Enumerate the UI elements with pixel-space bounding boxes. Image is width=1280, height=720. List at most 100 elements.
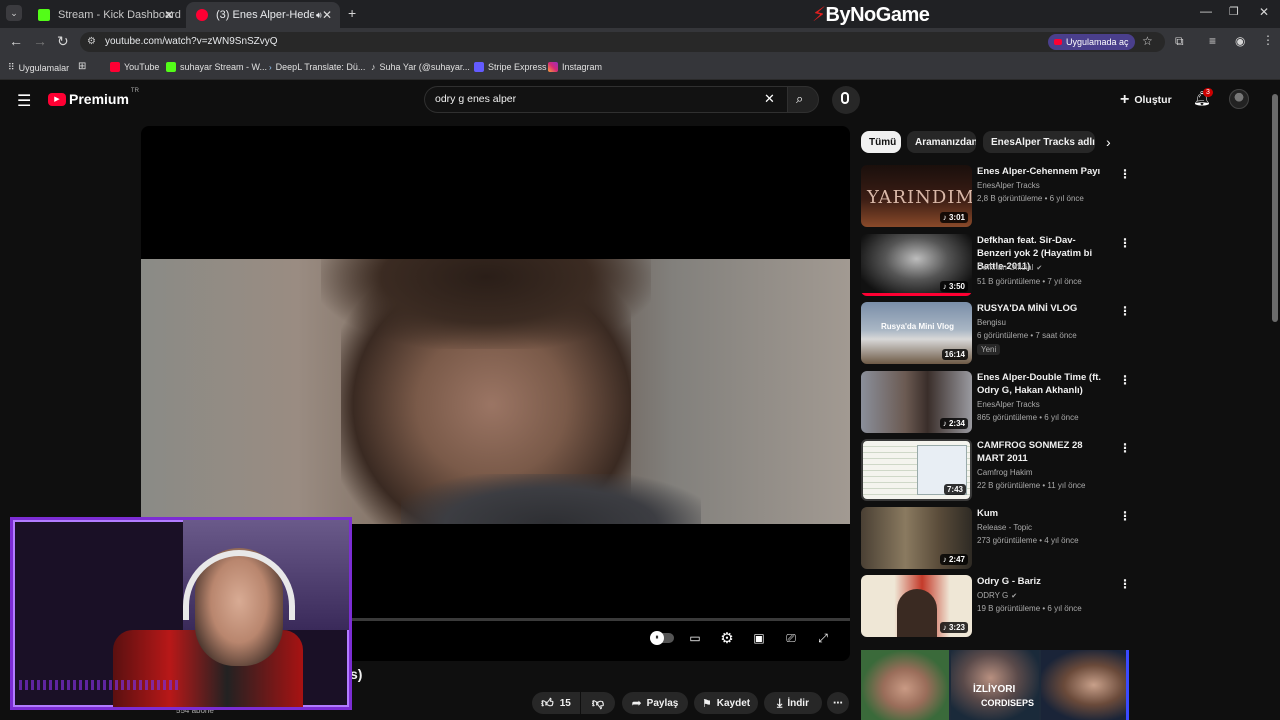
profile-icon[interactable]: ◉ — [1235, 34, 1245, 48]
channel-line: Defkhan Official ✔ — [977, 263, 1042, 272]
forward-icon[interactable]: → — [33, 33, 47, 49]
download-button[interactable]: ⤓ İndir — [764, 692, 822, 714]
more-vertical-icon[interactable]: ⋮ — [1119, 373, 1131, 387]
tab-kick-dashboard[interactable]: Stream - Kick Dashboard ✕ — [28, 2, 182, 28]
thumbs-up-icon: 👍︎ — [541, 695, 554, 710]
tab-groups-icon[interactable]: ⊞ — [78, 61, 86, 72]
search-input[interactable]: odry g enes alper ✕ — [424, 86, 787, 113]
chip-all[interactable]: Tümü — [861, 131, 901, 153]
channel-name[interactable]: Camfrog Hakim — [977, 468, 1033, 477]
more-actions-button[interactable]: ⋯ — [827, 692, 849, 714]
channel-name[interactable]: ODRY G — [977, 591, 1008, 600]
channel-name[interactable]: Bengisu — [977, 318, 1006, 327]
channel-name[interactable]: EnesAlper Tracks — [977, 400, 1040, 409]
bookmark-tiktok[interactable]: ♪ Suha Yar (@suhayar... — [371, 62, 470, 72]
chrome-menu-icon[interactable]: ⋮ — [1262, 33, 1274, 47]
related-video[interactable]: ♪ 3:50 Defkhan feat. Sir-Dav-Benzeri yok… — [861, 234, 1141, 300]
more-vertical-icon[interactable]: ⋮ — [1119, 577, 1131, 591]
page-scrollbar-thumb[interactable] — [1272, 94, 1278, 322]
minimize-icon[interactable]: — — [1200, 4, 1212, 18]
open-in-app-button[interactable]: Uygulamada aç — [1048, 34, 1135, 50]
bookmark-kick-stream[interactable]: suhayar Stream - W... — [166, 62, 267, 72]
bookmark-youtube[interactable]: YouTube — [110, 62, 159, 72]
video-thumbnail[interactable]: ♪ 2:34 — [861, 371, 972, 433]
download-icon: ⤓ — [777, 695, 783, 710]
video-thumbnail[interactable]: YARINDIM ♪ 3:01 — [861, 165, 972, 227]
site-info-icon[interactable]: ⚙ — [87, 36, 96, 47]
notification-count-badge: 3 — [1203, 88, 1213, 97]
related-video[interactable]: 7:43 CAMFROG SONMEZ 28 MART 2011 Camfrog… — [861, 439, 1141, 505]
url-text[interactable]: youtube.com/watch?v=zWN9SnSZvyQ — [105, 36, 278, 47]
more-vertical-icon[interactable]: ⋮ — [1119, 441, 1131, 455]
address-bar[interactable]: ⚙ youtube.com/watch?v=zWN9SnSZvyQ Uygula… — [80, 32, 1165, 52]
youtube-premium-logo[interactable]: ▶ Premium TR — [48, 88, 139, 107]
video-title[interactable]: RUSYA'DA MİNİ VLOG — [977, 302, 1109, 315]
video-title[interactable]: Kum — [977, 507, 1109, 520]
share-button[interactable]: ➦ Paylaş — [622, 692, 688, 714]
bookmark-apps[interactable]: ⠿ Uygulamalar — [8, 62, 69, 73]
theater-mode-icon[interactable]: ▣ — [750, 629, 768, 647]
extensions-icon[interactable]: ⧉ — [1175, 34, 1184, 49]
autoplay-toggle-icon[interactable]: ⏸ — [650, 629, 674, 647]
clear-search-icon[interactable]: ✕ — [764, 91, 775, 107]
avatar[interactable] — [1229, 89, 1249, 109]
related-video[interactable]: ♪ 2:47 Kum Release - Topic 273 görüntüle… — [861, 507, 1141, 573]
search-query[interactable]: odry g enes alper — [435, 93, 516, 105]
related-video[interactable]: YARINDIM ♪ 3:01 Enes Alper-Cehennem Payı… — [861, 165, 1141, 231]
chevron-right-icon[interactable]: › — [1106, 134, 1111, 150]
subtitles-icon[interactable]: ▭ — [686, 629, 704, 647]
new-tab-icon[interactable]: + — [348, 5, 356, 21]
related-video[interactable]: ♪ 3:23 Odry G - Bariz ODRY G ✔ 19 B görü… — [861, 575, 1141, 641]
channel-name[interactable]: Defkhan Official — [977, 263, 1033, 272]
close-tab-icon[interactable]: ✕ — [322, 8, 332, 22]
bookmark-deepl[interactable]: › DeepL Translate: Dü... — [269, 62, 365, 72]
video-title[interactable]: Enes Alper-Double Time (ft. Odry G, Haka… — [977, 371, 1109, 397]
related-video[interactable]: Rusya'da Mini Vlog 16:14 RUSYA'DA MİNİ V… — [861, 302, 1141, 368]
save-button[interactable]: ⚑ Kaydet — [694, 692, 758, 714]
more-vertical-icon[interactable]: ⋮ — [1119, 304, 1131, 318]
restore-icon[interactable]: ❐ — [1229, 5, 1239, 18]
video-title[interactable]: Enes Alper-Cehennem Payı — [977, 165, 1109, 178]
video-title[interactable]: CAMFROG SONMEZ 28 MART 2011 — [977, 439, 1109, 465]
speaker-icon[interactable]: 🔊︎ — [316, 10, 322, 21]
chip-from-search[interactable]: Aramanızdan — [907, 131, 976, 153]
video-thumbnail[interactable]: Rusya'da Mini Vlog 16:14 — [861, 302, 972, 364]
bookmark-stripe[interactable]: Stripe Express — [474, 62, 547, 72]
video-thumbnail[interactable]: 7:43 — [861, 439, 972, 501]
tiktok-icon: ♪ — [371, 62, 376, 72]
bookmark-star-icon[interactable]: ☆ — [1142, 34, 1153, 48]
more-vertical-icon[interactable]: ⋮ — [1119, 509, 1131, 523]
close-window-icon[interactable]: ✕ — [1259, 5, 1269, 19]
settings-gear-icon[interactable]: ⚙ — [718, 629, 736, 647]
dislike-button[interactable]: 👎︎ — [581, 692, 615, 714]
hamburger-menu-icon[interactable]: ☰ — [17, 91, 31, 111]
duration-badge: ♪ 3:50 — [939, 281, 968, 292]
search-button[interactable]: ⌕ — [787, 86, 819, 113]
channel-name[interactable]: Release - Topic — [977, 523, 1032, 532]
tab-youtube-video[interactable]: (3) Enes Alper-Hedefe Yakın 🔊︎ ✕ — [186, 2, 340, 28]
fullscreen-icon[interactable]: ⤢ — [814, 629, 832, 647]
notifications-button[interactable]: 🔔︎ 3 — [1193, 88, 1213, 110]
youtube-icon — [110, 62, 120, 72]
reload-icon[interactable]: ↻ — [57, 33, 69, 50]
more-vertical-icon[interactable]: ⋮ — [1119, 236, 1131, 250]
tab-search-icon[interactable]: ⌄ — [6, 5, 22, 21]
more-vertical-icon[interactable]: ⋮ — [1119, 167, 1131, 181]
voice-search-button[interactable] — [832, 86, 860, 114]
media-control-icon[interactable]: ≡ — [1209, 34, 1216, 48]
channel-name[interactable]: EnesAlper Tracks — [977, 181, 1040, 190]
video-thumbnail[interactable]: ♪ 3:23 — [861, 575, 972, 637]
video-meta: 273 görüntüleme • 4 yıl önce — [977, 536, 1079, 545]
close-tab-icon[interactable]: ✕ — [164, 8, 174, 22]
create-button[interactable]: + Oluştur — [1120, 90, 1172, 110]
cast-icon[interactable]: ⎚ — [782, 629, 800, 647]
chip-channel[interactable]: EnesAlper Tracks adlı y... — [983, 131, 1095, 153]
related-video[interactable]: ♪ 2:34 Enes Alper-Double Time (ft. Odry … — [861, 371, 1141, 437]
bookmark-instagram[interactable]: Instagram — [548, 62, 602, 72]
like-button[interactable]: 👍︎ 15 — [532, 692, 580, 714]
video-thumbnail[interactable]: ♪ 2:47 — [861, 507, 972, 569]
back-icon[interactable]: ← — [9, 33, 23, 49]
bookmarks-bar: ⠿ Uygulamalar ⊞ YouTube suhayar Stream -… — [0, 56, 1280, 80]
video-title[interactable]: Odry G - Bariz — [977, 575, 1109, 588]
video-thumbnail[interactable]: ♪ 3:50 — [861, 234, 972, 296]
